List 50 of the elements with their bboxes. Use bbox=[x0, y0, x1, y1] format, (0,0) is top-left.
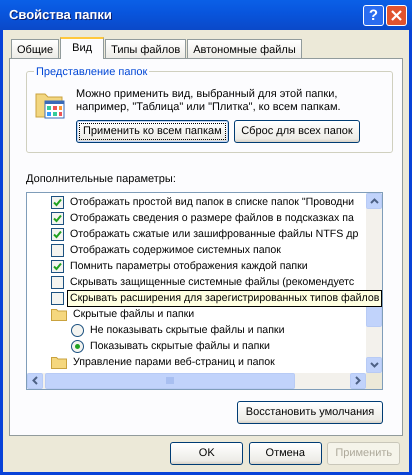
checkbox[interactable] bbox=[51, 228, 64, 241]
scroll-down-icon[interactable] bbox=[370, 362, 378, 368]
checkbox[interactable] bbox=[51, 212, 64, 225]
option-label: Отображать сведения о размере файлов в подсказках па bbox=[70, 210, 354, 226]
grip-icon bbox=[166, 377, 174, 384]
close-icon bbox=[391, 10, 402, 20]
checkbox[interactable] bbox=[51, 260, 64, 273]
close-button[interactable] bbox=[386, 4, 407, 26]
scroll-left-button[interactable] bbox=[27, 372, 43, 388]
horizontal-scrollbar[interactable] bbox=[27, 372, 366, 388]
scroll-right-icon[interactable] bbox=[355, 376, 361, 385]
scrollbar-corner bbox=[366, 372, 382, 388]
scroll-down-button[interactable] bbox=[366, 356, 382, 372]
option-label: Скрывать защищенные системные файлы (рекомендуетс bbox=[70, 274, 354, 290]
scroll-thumb[interactable] bbox=[45, 372, 295, 388]
checkbox[interactable] bbox=[51, 196, 64, 209]
radio-button[interactable] bbox=[71, 340, 84, 353]
folder-icon bbox=[51, 308, 67, 321]
option-label: Помнить параметры отображения каждой папки bbox=[70, 258, 308, 274]
checkbox[interactable] bbox=[51, 292, 64, 305]
cancel-button[interactable]: Отмена bbox=[248, 442, 322, 464]
option-label: Отображать содержимое системных папок bbox=[70, 242, 281, 258]
scroll-up-icon[interactable] bbox=[370, 198, 378, 204]
option-label: Показывать скрытые файлы и папки bbox=[90, 338, 270, 354]
option-label: Отображать простой вид папок в списке папок "Проводни bbox=[70, 194, 354, 210]
help-button[interactable]: ? bbox=[363, 4, 384, 26]
ok-button[interactable]: OK bbox=[170, 442, 244, 464]
folder-icon bbox=[51, 356, 67, 369]
scroll-left-icon[interactable] bbox=[32, 376, 38, 385]
checkbox[interactable] bbox=[51, 276, 64, 289]
option-label: Управление парами веб-страниц и папок bbox=[73, 354, 275, 370]
tab[interactable]: Типы файлов bbox=[105, 39, 186, 58]
option-label: Отображать сжатые или зашифрованные файлы NTFS др bbox=[70, 226, 358, 242]
option-label: Скрытые файлы и папки bbox=[73, 306, 194, 322]
option-label: Не показывать скрытые файлы и папки bbox=[90, 322, 284, 338]
label-tooltip: Скрывать расширения для зарегистрированных типов файлов bbox=[67, 290, 382, 308]
window-title: Свойства папки bbox=[9, 6, 113, 24]
tab[interactable]: Автономные файлы bbox=[187, 39, 302, 58]
scroll-right-button[interactable] bbox=[350, 372, 366, 388]
section-label: Дополнительные параметры: bbox=[26, 172, 177, 187]
radio-button[interactable] bbox=[71, 324, 84, 337]
description-text: Можно применить вид, выбранный для этой папки, например, "Таблица" или "Плитка", ко всем папкам. bbox=[76, 88, 342, 114]
reset-all-button[interactable]: Сброс для всех папок bbox=[234, 120, 360, 142]
restore-defaults-button[interactable]: Восстановить умолчания bbox=[237, 400, 383, 424]
apply-to-all-button[interactable]: Применить ко всем папкам bbox=[76, 120, 229, 142]
scroll-up-button[interactable] bbox=[366, 192, 382, 208]
tab[interactable]: Общие bbox=[11, 39, 60, 58]
checkbox[interactable] bbox=[51, 244, 64, 257]
tab[interactable]: Вид bbox=[60, 37, 104, 59]
group-title: Представление папок bbox=[34, 64, 150, 80]
